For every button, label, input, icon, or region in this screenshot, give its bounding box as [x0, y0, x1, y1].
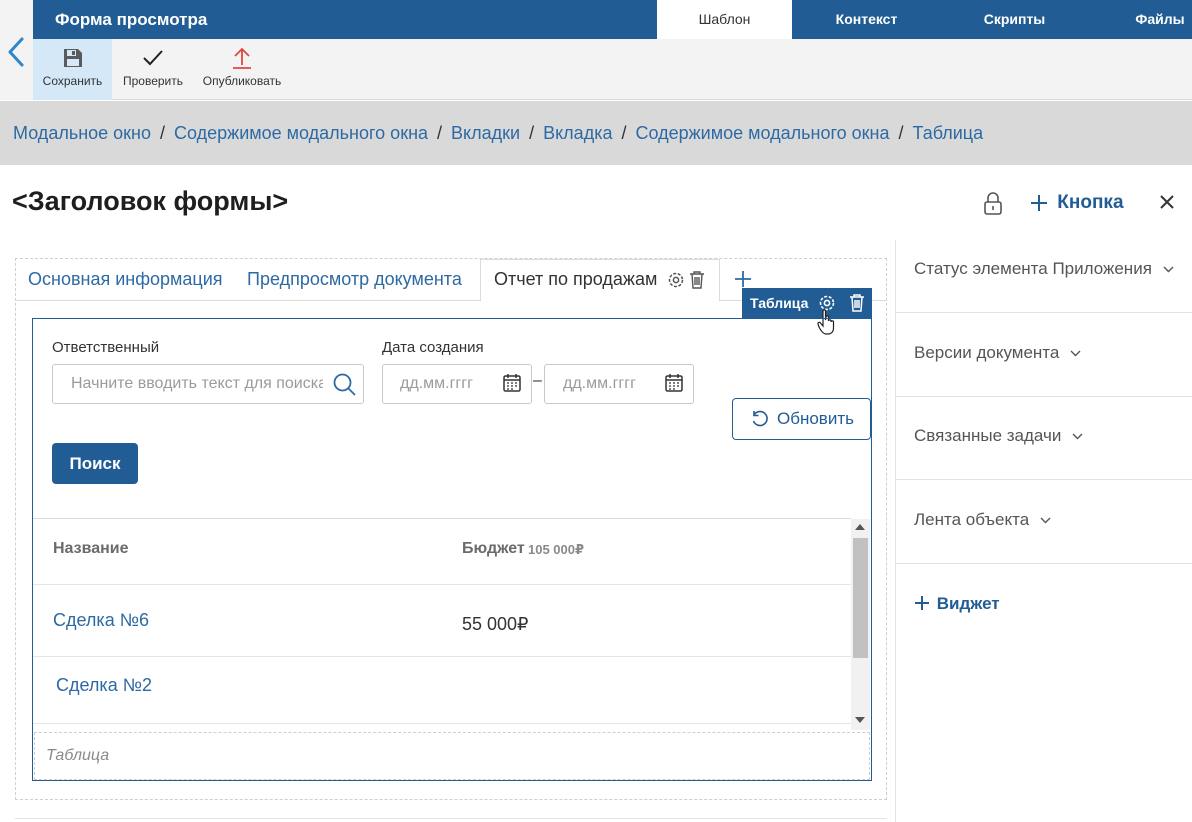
date-to-placeholder: дд.мм.гггг [563, 375, 636, 392]
date-range-dash: – [533, 372, 542, 389]
table-row[interactable] [33, 657, 851, 723]
add-widget-label: Виджет [936, 594, 1000, 613]
chevron-left-icon [8, 37, 24, 67]
check-button[interactable]: Проверить [114, 39, 192, 100]
close-icon [1160, 195, 1174, 209]
table-drop-placeholder[interactable] [34, 732, 870, 780]
breadcrumb-separator: / [898, 123, 904, 143]
column-header-budget[interactable]: Бюджет [462, 540, 525, 558]
breadcrumb: Модальное окно / Содержимое модального окн… [13, 101, 983, 165]
chevron-down-icon [1070, 350, 1081, 357]
column-header-name[interactable]: Название [53, 540, 129, 558]
trash-icon[interactable] [688, 270, 706, 290]
plus-icon [1030, 190, 1048, 216]
back-button[interactable] [4, 36, 28, 68]
panel-item-label: Связанные задачи [914, 426, 1062, 445]
right-panel-border [895, 240, 896, 822]
row-name-link[interactable]: Сделка №2 [56, 675, 152, 696]
chevron-down-icon [1040, 517, 1051, 524]
search-button[interactable]: Поиск [52, 443, 138, 484]
tab-context[interactable]: Контекст [800, 0, 933, 39]
breadcrumb-separator: / [529, 123, 535, 143]
plus-icon [914, 595, 930, 611]
breadcrumb-item-current[interactable]: Таблица [913, 123, 984, 143]
selected-widget-label: Таблица [750, 295, 809, 311]
widget-delete-trash-icon[interactable] [848, 293, 866, 313]
search-icon[interactable] [332, 372, 358, 398]
panel-item-object-feed[interactable]: Лента объекта [914, 510, 1051, 530]
refresh-icon [750, 409, 770, 429]
scrollbar-thumb[interactable] [853, 538, 868, 658]
breadcrumb-item[interactable]: Вкладка [543, 123, 612, 143]
tab-main-info[interactable]: Основная информация [28, 259, 223, 300]
panel-divider [896, 396, 1192, 397]
close-button[interactable] [1157, 191, 1177, 213]
tab-sales-report[interactable]: Отчет по продажам [494, 259, 657, 300]
panel-item-related-tasks[interactable]: Связанные задачи [914, 426, 1083, 446]
table-row[interactable] [33, 585, 851, 656]
date-from-placeholder: дд.мм.гггг [400, 375, 473, 392]
calendar-icon[interactable] [664, 373, 684, 393]
add-widget-button[interactable]: Виджет [914, 594, 1000, 614]
breadcrumb-separator: / [160, 123, 166, 143]
date-created-label: Дата создания [382, 339, 484, 356]
panel-divider [896, 312, 1192, 313]
publish-label: Опубликовать [202, 74, 282, 88]
scroll-down-icon[interactable] [855, 716, 865, 724]
responsible-placeholder: Начните вводить текст для поиска [71, 375, 323, 392]
panel-divider [896, 479, 1192, 480]
panel-divider [896, 563, 1192, 564]
breadcrumb-item[interactable]: Содержимое модального окна [636, 123, 890, 143]
window-title: Форма просмотра [55, 10, 208, 29]
calendar-icon[interactable] [502, 373, 522, 393]
chevron-down-icon [1072, 433, 1083, 440]
save-label: Сохранить [42, 74, 103, 88]
breadcrumb-item[interactable]: Содержимое модального окна [174, 123, 428, 143]
table-top-border [33, 518, 851, 519]
breadcrumb-separator: / [621, 123, 627, 143]
row-budget: 55 000₽ [462, 614, 529, 634]
panel-item-label: Версии документа [914, 343, 1060, 362]
panel-item-label: Лента объекта [914, 510, 1030, 529]
panel-item-document-versions[interactable]: Версии документа [914, 343, 1081, 363]
checkmark-icon [141, 46, 165, 70]
save-button[interactable]: Сохранить [33, 39, 112, 100]
scroll-up-icon[interactable] [855, 523, 865, 531]
tab-files[interactable]: Файлы [1110, 0, 1192, 39]
check-label: Проверить [122, 74, 183, 88]
responsible-label: Ответственный [52, 339, 160, 356]
tab-scripts[interactable]: Скрипты [948, 0, 1081, 39]
breadcrumb-item[interactable]: Вкладки [451, 123, 520, 143]
panel-item-app-status[interactable]: Статус элемента Приложения [914, 259, 1174, 279]
breadcrumb-separator: / [437, 123, 443, 143]
tab-template[interactable]: Шаблон [657, 0, 792, 39]
lock-icon[interactable] [982, 192, 1004, 216]
table-placeholder-label: Таблица [46, 747, 110, 764]
panel-item-label: Статус элемента Приложения [914, 259, 1152, 278]
add-button-label: Кнопка [1057, 192, 1124, 213]
add-button[interactable]: Кнопка [1030, 190, 1124, 216]
budget-total: 105 000₽ [528, 542, 585, 557]
chevron-down-icon [1163, 266, 1174, 273]
refresh-label: Обновить [777, 409, 854, 428]
gear-icon[interactable] [666, 270, 686, 290]
row-name-link[interactable]: Сделка №6 [53, 610, 149, 631]
upload-icon [230, 46, 254, 70]
save-icon [61, 46, 85, 70]
publish-button[interactable]: Опубликовать [196, 39, 288, 100]
form-title: <Заголовок формы> [12, 186, 289, 216]
bottom-divider [15, 818, 887, 819]
row-divider [33, 723, 851, 724]
tab-document-preview[interactable]: Предпросмотр документа [247, 259, 462, 300]
breadcrumb-item[interactable]: Модальное окно [13, 123, 151, 143]
